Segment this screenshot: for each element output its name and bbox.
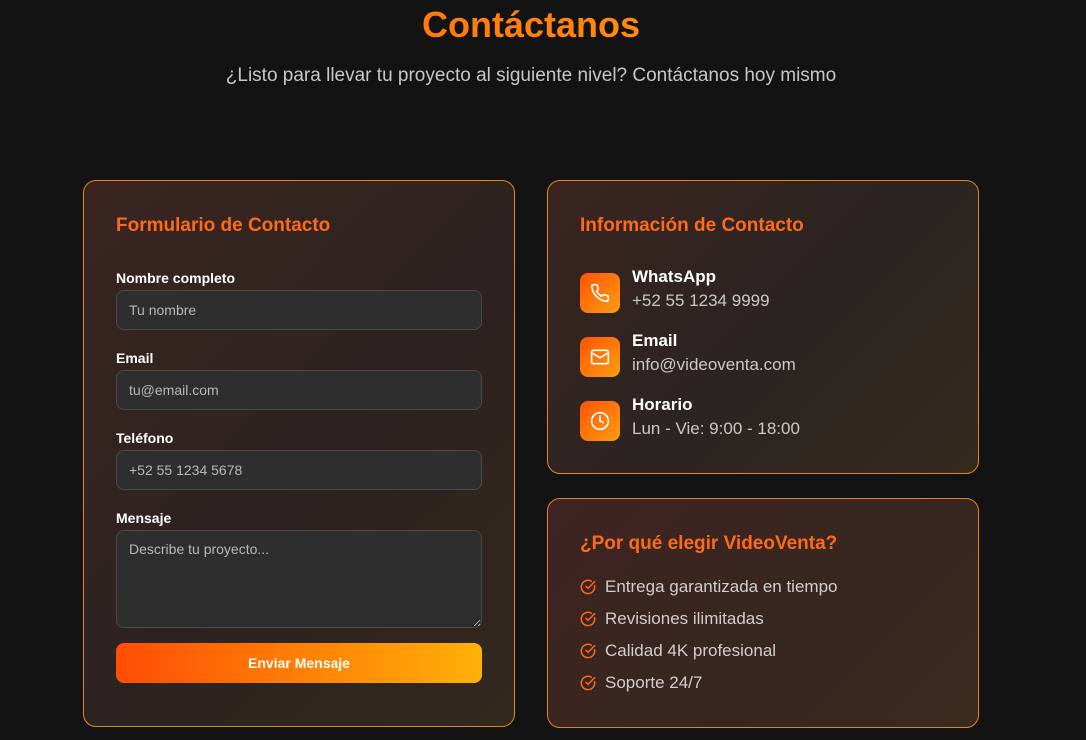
contact-info-title: Información de Contacto	[580, 215, 804, 236]
check-circle-icon	[580, 579, 596, 595]
name-label: Nombre completo	[116, 270, 236, 286]
mail-icon	[580, 337, 620, 377]
why-choose-card: ¿Por qué elegir VideoVenta? Entrega gara…	[547, 498, 979, 728]
message-label: Mensaje	[116, 510, 172, 526]
list-item: Entrega garantizada en tiempo	[580, 577, 960, 599]
list-item-text: Entrega garantizada en tiempo	[605, 577, 838, 596]
page-subtitle: ¿Listo para llevar tu proyecto al siguie…	[225, 65, 837, 86]
contact-item-value[interactable]: +52 55 1234 9999	[632, 291, 770, 311]
list-item: Calidad 4K profesional	[580, 641, 960, 663]
phone-icon	[580, 273, 620, 313]
check-circle-icon	[580, 611, 596, 627]
clock-icon	[580, 401, 620, 441]
list-item-text: Revisiones ilimitadas	[605, 609, 764, 628]
list-item: Soporte 24/7	[580, 673, 960, 695]
check-circle-icon	[580, 643, 596, 659]
contact-item-hours: Horario Lun - Vie: 9:00 - 18:00	[580, 395, 960, 443]
page-title: Contáctanos	[0, 4, 1062, 46]
name-input[interactable]	[116, 290, 482, 330]
contact-item-value[interactable]: info@videoventa.com	[632, 355, 796, 375]
contact-item-whatsapp: WhatsApp +52 55 1234 9999	[580, 267, 960, 315]
contact-item-value: Lun - Vie: 9:00 - 18:00	[632, 419, 800, 438]
email-input[interactable]	[116, 370, 482, 410]
message-textarea[interactable]	[116, 530, 482, 628]
why-title: ¿Por qué elegir VideoVenta?	[580, 533, 838, 554]
email-label: Email	[116, 350, 154, 366]
send-message-button[interactable]: Enviar Mensaje	[116, 643, 482, 683]
list-item-text: Calidad 4K profesional	[605, 641, 777, 660]
list-item-text: Soporte 24/7	[605, 673, 703, 692]
check-circle-icon	[580, 675, 596, 691]
list-item: Revisiones ilimitadas	[580, 609, 960, 631]
contact-info-card: Información de Contacto WhatsApp +52 55 …	[547, 180, 979, 474]
contact-item-name: WhatsApp	[632, 267, 717, 286]
form-title: Formulario de Contacto	[116, 215, 331, 236]
phone-input[interactable]	[116, 450, 482, 490]
phone-label: Teléfono	[116, 430, 174, 446]
contact-form-card: Formulario de Contacto Nombre completo E…	[83, 180, 515, 727]
contact-item-name: Horario	[632, 395, 693, 414]
contact-item-name: Email	[632, 331, 678, 350]
contact-item-email: Email info@videoventa.com	[580, 331, 960, 379]
